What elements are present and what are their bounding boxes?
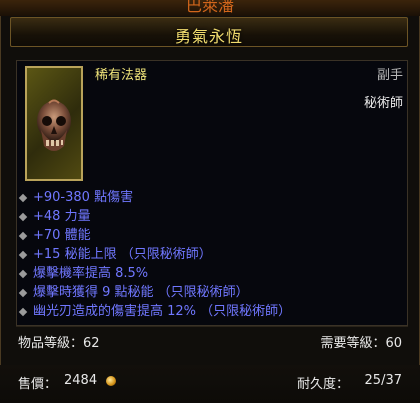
- item-level: 物品等級：62: [18, 336, 100, 351]
- affix-bullet-icon: [18, 269, 28, 279]
- affix-row: +70 體能: [18, 226, 398, 245]
- item-type: 稀有法器: [95, 68, 148, 83]
- item-class-requirement: 秘術師: [363, 96, 403, 111]
- affix-row: +48 力量: [18, 207, 398, 226]
- divider: [16, 326, 408, 327]
- price-label: 售價：: [18, 377, 58, 392]
- item-slot: 副手: [376, 68, 403, 83]
- affix-bullet-icon: [18, 212, 28, 222]
- item-name-banner: 勇氣永恆: [10, 17, 408, 47]
- affix-row: +90-380 點傷害: [18, 188, 398, 207]
- gold-coin-icon: [106, 376, 116, 386]
- affix-bullet-icon: [18, 231, 28, 241]
- top-title: 巴萊潘: [185, 0, 234, 15]
- affix-list: +90-380 點傷害 +48 力量 +70 體能 +15 秘能上限 （只限秘術…: [18, 188, 398, 321]
- item-portrait: [25, 66, 83, 181]
- required-level: 需要等級：60: [320, 336, 402, 351]
- item-name: 勇氣永恆: [174, 27, 243, 46]
- skull-icon: [37, 99, 71, 151]
- affix-row: +15 秘能上限 （只限秘術師）: [18, 245, 398, 264]
- durability-value: 25/37: [364, 373, 402, 388]
- title-strip: 巴萊潘: [0, 0, 420, 16]
- price-value: 2484: [64, 373, 98, 388]
- affix-bullet-icon: [18, 307, 28, 317]
- durability-label: 耐久度：: [297, 377, 350, 392]
- affix-bullet-icon: [18, 193, 28, 203]
- affix-row: 爆擊機率提高 8.5%: [18, 264, 398, 283]
- affix-bullet-icon: [18, 250, 28, 260]
- affix-bullet-icon: [18, 288, 28, 298]
- affix-row: 幽光刃造成的傷害提高 12% （只限秘術師）: [18, 302, 398, 321]
- affix-row: 爆擊時獲得 9 點秘能 （只限秘術師）: [18, 283, 398, 302]
- footer-bar: [0, 365, 420, 403]
